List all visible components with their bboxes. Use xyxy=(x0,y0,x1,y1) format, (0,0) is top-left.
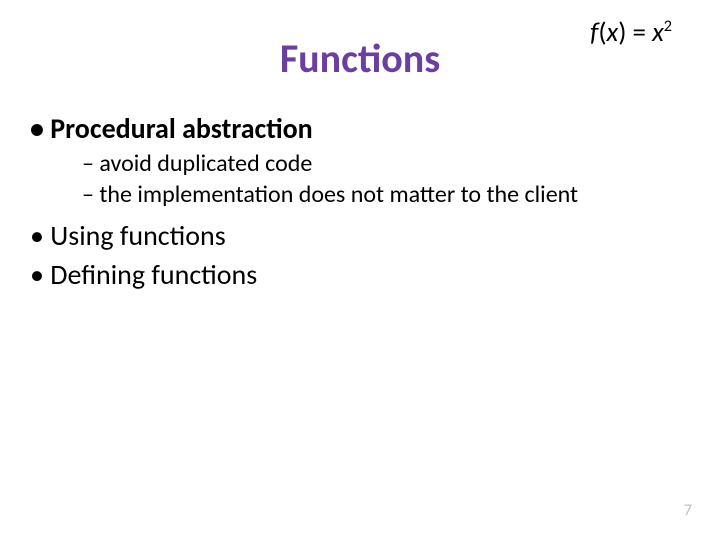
formula-arg: x xyxy=(607,16,619,49)
page-number: 7 xyxy=(684,501,692,520)
content: Procedural abstraction avoid duplicated … xyxy=(26,111,694,292)
formula-base: x xyxy=(652,16,664,49)
sub-bullet-2: the implementation does not matter to th… xyxy=(82,179,694,210)
formula: f(x) = x2 xyxy=(590,16,672,49)
slide: f(x) = x2 Functions Procedural abstracti… xyxy=(0,0,720,540)
formula-eq: = xyxy=(626,16,652,49)
sub-bullet-1: avoid duplicated code xyxy=(82,148,694,179)
bullet-1-text: Procedural abstraction xyxy=(50,111,312,146)
bullet-1: Procedural abstraction avoid duplicated … xyxy=(30,111,694,210)
bullet-3: Defining functions xyxy=(30,257,694,292)
bullet-list: Procedural abstraction avoid duplicated … xyxy=(26,111,694,292)
bullet-2: Using functions xyxy=(30,218,694,253)
sub-bullet-list: avoid duplicated code the implementation… xyxy=(54,148,694,210)
formula-exp: 2 xyxy=(664,17,672,36)
